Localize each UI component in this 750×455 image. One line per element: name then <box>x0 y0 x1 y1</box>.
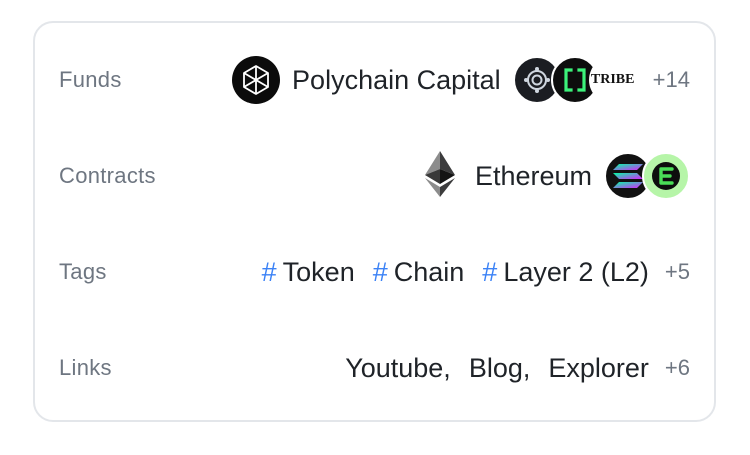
tag-chain[interactable]: # Chain <box>373 257 465 288</box>
contracts-row: Contracts Ethereum <box>59 148 690 204</box>
link-youtube[interactable]: Youtube, <box>345 353 451 384</box>
links-row: Links Youtube, Blog, Explorer +6 <box>59 340 690 396</box>
hash-icon: # <box>482 256 498 287</box>
funds-more-count[interactable]: +14 <box>653 67 690 93</box>
polychain-logo-icon[interactable] <box>232 56 281 104</box>
tags-values: # Token # Chain # Layer 2 (L2) +5 <box>262 257 690 288</box>
tribe-wordmark-logo-icon[interactable]: TRIBE <box>588 56 637 104</box>
link-explorer[interactable]: Explorer <box>548 353 649 384</box>
funds-row: Funds Polychain Capital TRIBE +14 <box>59 52 690 108</box>
tags-label: Tags <box>59 259 107 284</box>
contracts-logo-stack[interactable] <box>604 152 690 200</box>
links-values: Youtube, Blog, Explorer +6 <box>345 353 690 384</box>
tags-row: Tags # Token # Chain # Layer 2 (L2) +5 <box>59 244 690 300</box>
chain-name-link[interactable]: Ethereum <box>475 161 592 192</box>
tag-label: Layer 2 (L2) <box>503 256 649 287</box>
fund-name-link[interactable]: Polychain Capital <box>292 65 501 96</box>
tags-more-count[interactable]: +5 <box>665 259 690 285</box>
contracts-label: Contracts <box>59 163 156 188</box>
funds-logo-stack[interactable]: TRIBE <box>512 56 637 104</box>
links-more-count[interactable]: +6 <box>665 355 690 381</box>
links-label: Links <box>59 355 112 380</box>
tag-token[interactable]: # Token <box>262 257 355 288</box>
e-logo-icon[interactable] <box>642 152 690 200</box>
link-blog[interactable]: Blog, <box>469 353 531 384</box>
funds-label: Funds <box>59 67 122 92</box>
tag-label: Chain <box>393 256 465 287</box>
hash-icon: # <box>261 256 277 287</box>
tag-label: Token <box>282 256 355 287</box>
ethereum-icon <box>424 150 455 202</box>
contracts-values: Ethereum <box>424 150 690 202</box>
hash-icon: # <box>372 256 388 287</box>
tag-layer-2[interactable]: # Layer 2 (L2) <box>482 257 649 288</box>
funds-values: Polychain Capital TRIBE +14 <box>232 56 690 104</box>
project-info-card: Funds Polychain Capital TRIBE +14 Contra… <box>33 21 716 422</box>
